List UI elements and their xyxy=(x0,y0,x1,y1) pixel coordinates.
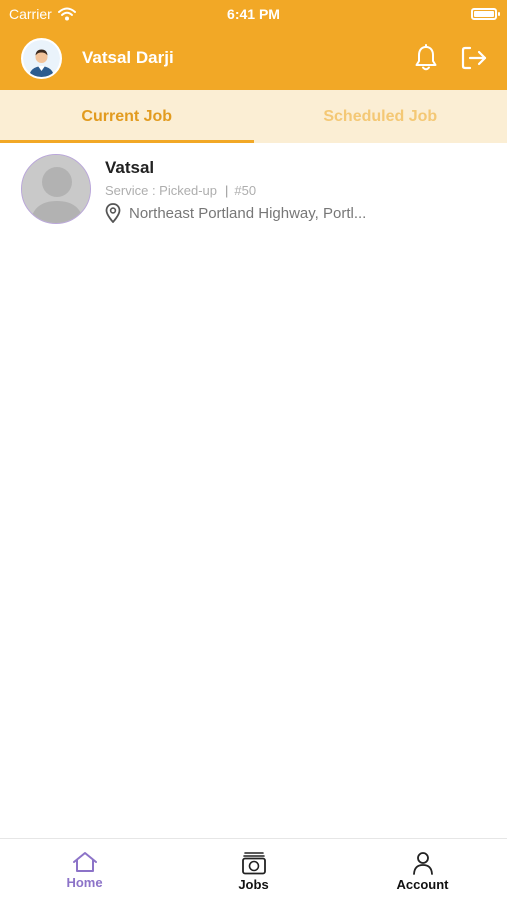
job-list-item[interactable]: Vatsal Service : Picked-up | #50 Northeast… xyxy=(0,148,507,230)
home-icon xyxy=(72,852,97,872)
account-icon xyxy=(412,852,433,875)
job-address: Northeast Portland Highway, Portl... xyxy=(105,203,366,223)
location-pin-icon xyxy=(105,203,121,223)
tab-current-job-label: Current Job xyxy=(81,107,173,125)
job-meta: Service : Picked-up | #50 xyxy=(105,183,256,198)
tab-current-job[interactable]: Current Job xyxy=(0,90,254,143)
job-customer-photo xyxy=(21,154,91,224)
user-name: Vatsal Darji xyxy=(82,48,174,67)
job-number: #50 xyxy=(234,183,257,198)
tabbar-home-label: Home xyxy=(66,875,103,890)
tabbar-account[interactable]: Account xyxy=(338,839,507,900)
status-time: 6:41 PM xyxy=(227,6,280,22)
tabbar-home[interactable]: Home xyxy=(0,839,169,900)
person-placeholder-icon xyxy=(22,155,90,223)
jobs-icon xyxy=(241,852,266,875)
job-meta-separator: | xyxy=(225,183,229,198)
job-address-text: Northeast Portland Highway, Portl... xyxy=(129,204,367,222)
bell-icon[interactable] xyxy=(413,44,439,72)
tabbar-account-label: Account xyxy=(396,877,449,892)
tabbar-jobs[interactable]: Jobs xyxy=(169,839,338,900)
battery-icon xyxy=(471,8,500,20)
status-bar: Carrier 6:41 PM xyxy=(0,0,507,28)
logout-icon[interactable] xyxy=(460,45,488,71)
job-service: Service : Picked-up xyxy=(105,183,217,198)
app-screen: Carrier 6:41 PM Vatsal Darji Current Job… xyxy=(0,0,507,900)
tabbar-jobs-label: Jobs xyxy=(238,877,269,892)
tab-scheduled-job[interactable]: Scheduled Job xyxy=(254,90,507,143)
tab-scheduled-job-label: Scheduled Job xyxy=(323,107,438,125)
top-nav: Vatsal Darji xyxy=(0,36,507,80)
bottom-tab-bar: Home Jobs Account xyxy=(0,838,507,900)
battery-fill xyxy=(474,11,494,17)
user-avatar-image xyxy=(23,40,60,77)
job-customer-name: Vatsal xyxy=(105,158,155,177)
header: Carrier 6:41 PM Vatsal Darji xyxy=(0,0,507,90)
job-tabs: Current Job Scheduled Job xyxy=(0,90,507,143)
user-avatar[interactable] xyxy=(21,38,62,79)
